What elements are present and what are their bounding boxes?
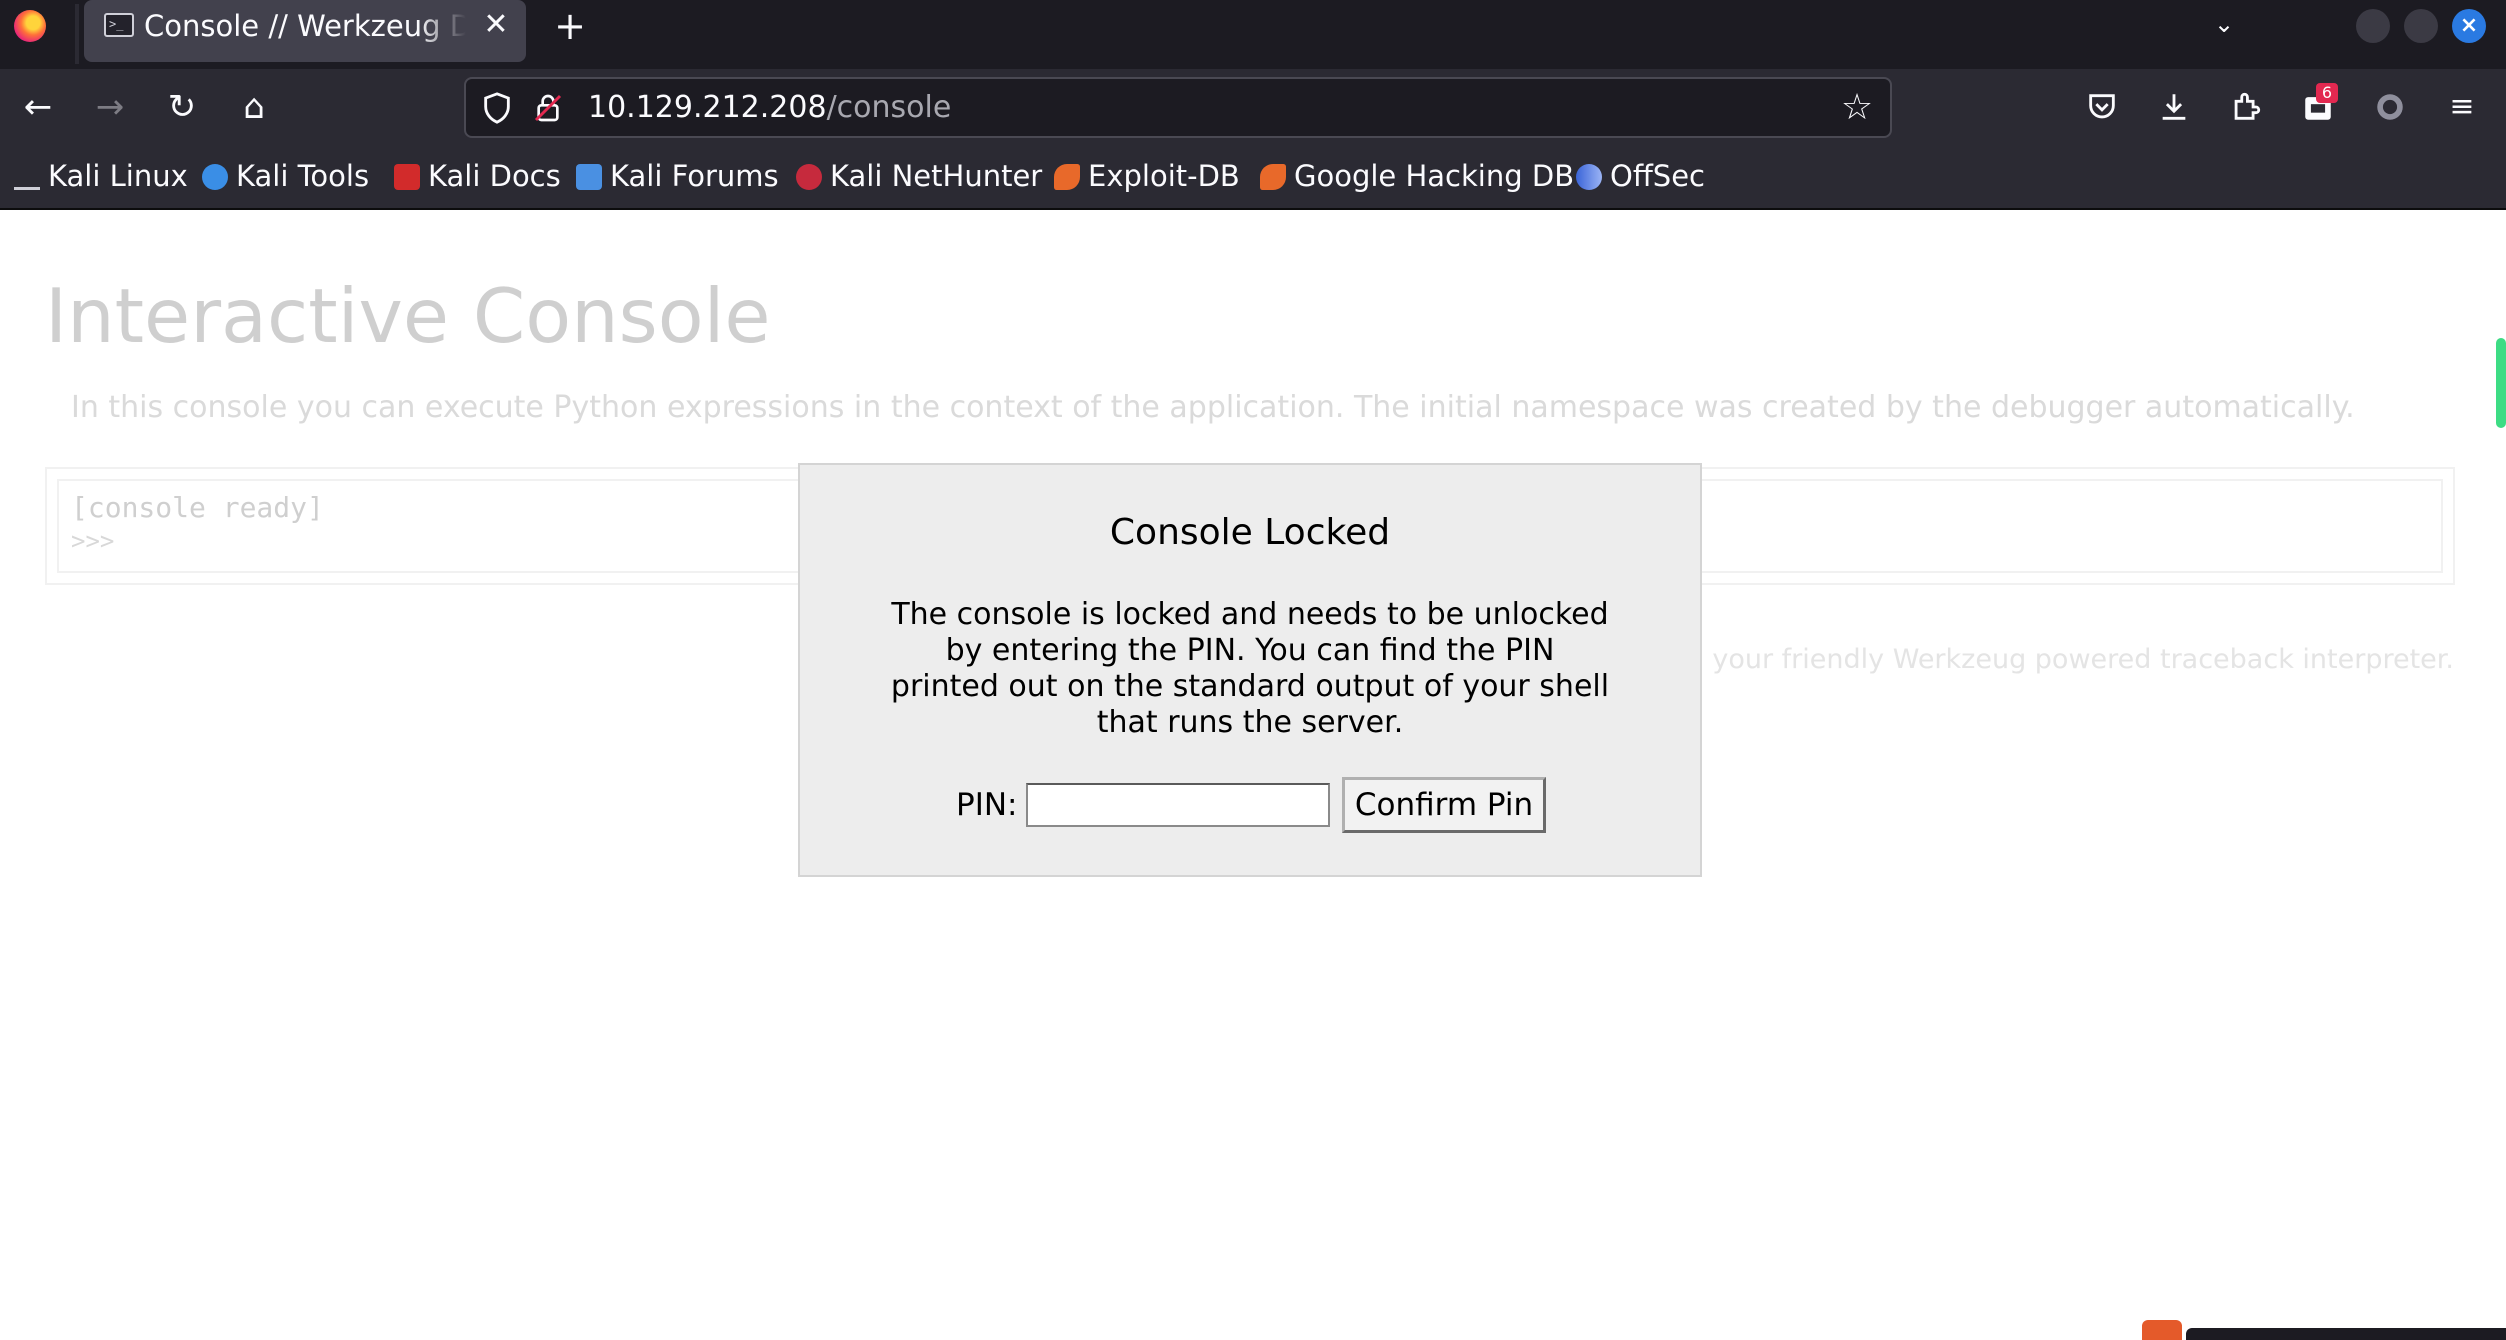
modal-title: Console Locked <box>1109 512 1391 553</box>
back-arrow-icon[interactable]: ← <box>18 87 58 127</box>
account-icon[interactable] <box>2370 87 2410 127</box>
bookmark-offsec[interactable]: OffSec <box>1576 156 1705 196</box>
bookmark-exploit-db[interactable]: Exploit-DB <box>1054 156 1240 196</box>
scrollbar-thumb[interactable] <box>2496 338 2506 428</box>
bookmarks-toolbar: Kali Linux Kali Tools Kali Docs Kali For… <box>0 148 2506 208</box>
bookmark-label: Kali Docs <box>428 159 561 193</box>
tab-divider <box>75 4 79 64</box>
footer-text: C, your friendly Werkzeug powered traceb… <box>1675 642 2454 678</box>
bookmark-google-hacking-db[interactable]: Google Hacking DB <box>1260 156 1574 196</box>
navigation-toolbar: ← → ↻ ⌂ 10.129.212.208/console ☆ 6 ≡ <box>0 69 2506 148</box>
page-content: Interactive Console In this console you … <box>0 210 2506 1340</box>
kali-dragon-icon <box>14 161 40 190</box>
ghdb-icon <box>1260 164 1286 190</box>
terminal-icon: >_ <box>104 13 134 37</box>
bookmark-label: Exploit-DB <box>1088 159 1240 193</box>
hamburger-menu-icon[interactable]: ≡ <box>2442 87 2482 127</box>
reload-icon[interactable]: ↻ <box>162 87 202 127</box>
exploit-db-icon <box>1054 164 1080 190</box>
extension-count-badge: 6 <box>2316 83 2338 103</box>
pocket-icon[interactable] <box>2082 87 2122 127</box>
kali-tools-icon <box>202 164 228 190</box>
bookmark-label: OffSec <box>1610 159 1706 193</box>
download-icon[interactable] <box>2154 87 2194 127</box>
new-tab-button[interactable]: + <box>552 6 588 46</box>
extensions-puzzle-icon[interactable] <box>2226 87 2266 127</box>
bookmark-kali-docs[interactable]: Kali Docs <box>394 156 561 196</box>
url-path: /console <box>826 90 952 125</box>
tab-close-button[interactable]: ✕ <box>478 6 514 44</box>
bookmark-kali-linux[interactable]: Kali Linux <box>14 156 188 196</box>
firefox-logo-icon[interactable] <box>14 10 46 42</box>
bookmark-label: Kali Linux <box>48 159 188 193</box>
window-close-button[interactable]: × <box>2452 9 2486 43</box>
bookmark-kali-tools[interactable]: Kali Tools <box>202 156 369 196</box>
bookmark-label: Kali NetHunter <box>830 159 1043 193</box>
kali-docs-icon <box>394 164 420 190</box>
kali-forums-icon <box>576 164 602 190</box>
pin-label: PIN: <box>956 787 1018 823</box>
url-host: 10.129.212.208 <box>588 90 827 125</box>
window-minimize-button[interactable] <box>2356 9 2390 43</box>
window-maximize-button[interactable] <box>2404 9 2438 43</box>
pin-modal: Console Locked The console is locked and… <box>798 463 1702 877</box>
page-intro: In this console you can execute Python e… <box>71 390 2355 425</box>
tab-title: Console // Werkzeug Debugger <box>144 9 466 43</box>
confirm-pin-button[interactable]: Confirm Pin <box>1342 777 1546 833</box>
tab-console[interactable]: >_ Console // Werkzeug Debugger ✕ <box>84 0 526 62</box>
kali-nethunter-icon <box>796 164 822 190</box>
console-ready-text: [console ready] <box>71 491 324 524</box>
bookmark-label: Google Hacking DB <box>1294 159 1575 193</box>
corner-app-icon <box>2142 1320 2182 1340</box>
bookmark-kali-nethunter[interactable]: Kali NetHunter <box>796 156 1042 196</box>
bookmark-kali-forums[interactable]: Kali Forums <box>576 156 779 196</box>
offsec-icon <box>1576 164 1602 190</box>
bookmark-star-icon[interactable]: ☆ <box>1838 89 1876 127</box>
home-icon[interactable]: ⌂ <box>234 87 274 127</box>
taskbar-edge <box>2186 1328 2506 1340</box>
shield-icon[interactable] <box>480 91 514 125</box>
forward-arrow-icon[interactable]: → <box>90 87 130 127</box>
bookmark-label: Kali Tools <box>236 159 370 193</box>
bookmark-label: Kali Forums <box>610 159 779 193</box>
tab-list-chevron-icon[interactable]: ⌄ <box>2206 4 2242 44</box>
url-text[interactable]: 10.129.212.208/console <box>588 88 951 128</box>
pin-form: PIN: Confirm Pin <box>800 777 1700 833</box>
page-title: Interactive Console <box>45 272 771 360</box>
tab-bar: >_ Console // Werkzeug Debugger ✕ + ⌄ × <box>0 0 2506 69</box>
modal-description: The console is locked and needs to be un… <box>890 597 1610 740</box>
lock-warning-icon[interactable] <box>532 91 564 125</box>
pin-input[interactable] <box>1026 783 1330 827</box>
console-prompt[interactable]: >>> <box>71 527 114 555</box>
footer-rest: , your friendly Werkzeug powered traceba… <box>1695 644 2454 675</box>
address-bar[interactable]: 10.129.212.208/console ☆ <box>464 77 1892 138</box>
